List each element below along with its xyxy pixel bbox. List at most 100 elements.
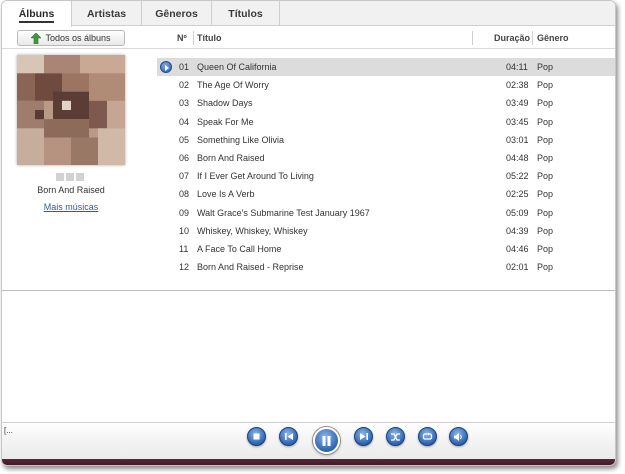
shuffle-button[interactable] [386,427,405,446]
track-duration: 04:39 [506,225,529,236]
status-text: [... [4,426,13,435]
track-row[interactable]: 07 If I Ever Get Around To Living 05:22 Pop [157,167,615,185]
volume-button[interactable] [449,427,468,446]
track-row[interactable]: 11 A Face To Call Home 04:46 Pop [157,240,615,258]
track-number: 12 [179,262,190,273]
track-duration: 04:11 [506,62,528,72]
track-title: Love Is A Verb [197,189,255,200]
media-player-window: Álbuns Artistas Gêneros Títulos Todos os… [1,0,616,466]
column-divider [193,31,194,45]
list-bottom-divider [2,290,615,291]
previous-icon [284,433,293,440]
track-number: 07 [179,171,190,182]
repeat-button[interactable] [418,427,437,446]
album-cover [17,55,125,165]
track-row[interactable]: 01 Queen Of California 04:11 Pop [157,58,615,77]
all-albums-label: Todos os álbuns [45,33,111,43]
track-duration: 02:25 [506,189,529,200]
track-number: 09 [179,207,190,218]
track-duration: 05:09 [506,207,529,218]
track-list: 01 Queen Of California 04:11 Pop 02 The Age O… [157,58,615,276]
more-songs-link[interactable]: Mais músicas [17,202,125,212]
track-genre: Pop [537,116,554,127]
column-number[interactable]: Nº [177,33,187,43]
track-title: Born And Raised [197,152,265,163]
track-row[interactable]: 12 Born And Raised - Reprise 02:01 Pop [157,258,615,276]
previous-button[interactable] [279,427,298,446]
track-genre: Pop [537,134,554,145]
track-title: Something Like Olivia [197,134,285,145]
pause-icon [322,435,331,446]
column-title[interactable]: Título [197,33,222,43]
track-duration: 02:01 [506,262,529,273]
track-title: If I Ever Get Around To Living [197,171,314,182]
tab-artists[interactable]: Artistas [72,1,142,26]
track-duration: 03:01 [506,134,529,145]
column-divider [532,31,533,45]
track-title: Shadow Days [197,98,253,109]
column-genre[interactable]: Gênero [537,33,569,43]
track-number: 10 [179,225,190,236]
track-number: 03 [179,98,190,109]
track-title: The Age Of Worry [197,80,269,91]
track-number: 01 [179,62,190,72]
tab-genres[interactable]: Gêneros [142,1,212,26]
stop-button[interactable] [247,427,266,446]
tab-bar: Álbuns Artistas Gêneros Títulos [2,1,615,27]
track-row[interactable]: 08 Love Is A Verb 02:25 Pop [157,185,615,203]
track-duration: 03:49 [506,98,529,109]
tab-titles[interactable]: Títulos [212,1,280,26]
artist-name-redacted [56,173,84,181]
track-row[interactable]: 06 Born And Raised 04:48 Pop [157,149,615,167]
track-title: Walt Grace's Submarine Test January 1967 [197,207,370,218]
track-genre: Pop [537,225,554,236]
track-title: Born And Raised - Reprise [197,262,304,273]
track-duration: 03:45 [506,116,529,127]
stop-icon [253,433,260,440]
track-row[interactable]: 04 Speak For Me 03:45 Pop [157,113,615,131]
track-row[interactable]: 03 Shadow Days 03:49 Pop [157,94,615,112]
album-name: Born And Raised [37,185,105,195]
track-genre: Pop [537,207,554,218]
track-number: 06 [179,152,190,163]
track-genre: Pop [537,189,554,200]
track-title: A Face To Call Home [197,243,282,254]
track-number: 02 [179,80,190,91]
track-duration: 04:46 [506,243,529,254]
track-genre: Pop [537,98,554,109]
track-row[interactable]: 02 The Age Of Worry 02:38 Pop [157,76,615,94]
track-duration: 02:38 [506,80,529,91]
track-row[interactable]: 05 Something Like Olivia 03:01 Pop [157,131,615,149]
track-title: Speak For Me [197,116,254,127]
next-icon [359,433,368,440]
player-control-bar [2,422,615,465]
column-divider [472,31,473,45]
column-duration[interactable]: Duração [494,33,530,43]
track-row[interactable]: 10 Whiskey, Whiskey, Whiskey 04:39 Pop [157,222,615,240]
track-row[interactable]: 09 Walt Grace's Submarine Test January 19… [157,204,615,222]
track-genre: Pop [537,243,554,254]
up-arrow-icon [31,32,42,44]
track-title: Whiskey, Whiskey, Whiskey [197,225,308,236]
bottom-stripe [2,459,615,465]
shuffle-icon [391,432,400,441]
tab-albums[interactable]: Álbuns [2,1,72,27]
track-number: 05 [179,134,190,145]
column-header-row: Todos os álbuns Nº Título Duração Gênero [2,27,615,49]
track-genre: Pop [537,262,554,273]
all-albums-button[interactable]: Todos os álbuns [17,30,125,46]
track-genre: Pop [537,152,554,163]
track-genre: Pop [537,171,554,182]
track-title: Queen Of California [197,62,277,72]
track-number: 04 [179,116,190,127]
track-genre: Pop [537,62,554,72]
volume-icon [454,432,462,441]
repeat-icon [422,432,433,440]
now-playing-icon [160,61,172,73]
next-button[interactable] [354,427,373,446]
track-duration: 05:22 [506,171,529,182]
pause-button[interactable] [313,427,340,454]
track-number: 11 [179,243,189,254]
track-genre: Pop [537,80,554,91]
track-number: 08 [179,189,190,200]
